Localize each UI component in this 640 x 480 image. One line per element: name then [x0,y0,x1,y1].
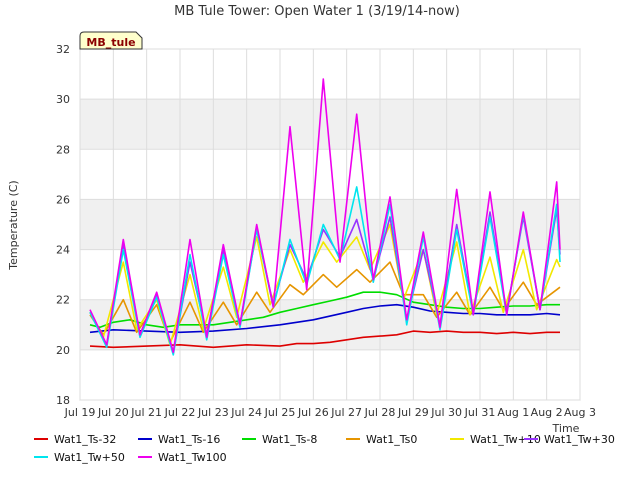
legend-label: Wat1_Ts-32 [54,433,116,446]
x-tick-label: Jul 22 [164,406,196,419]
legend-item: Wat1_Ts-16 [138,433,220,446]
legend-label: Wat1_Ts0 [366,433,417,446]
x-tick-label: Jul 29 [397,406,429,419]
x-tick-label: Jul 20 [97,406,129,419]
shaded-bands [80,99,580,350]
x-axis: Jul 19 Jul 20 Jul 21 Jul 22 Jul 23 Jul 24 Jul … [64,406,596,419]
shaded-band [80,99,580,150]
x-tick-label: Aug 3 [564,406,596,419]
y-tick-label: 32 [56,43,70,56]
y-tick-label: 26 [56,193,70,206]
y-axis-label: Temperature (C) [7,180,20,270]
x-tick-label: Jul 23 [197,406,229,419]
y-tick-label: 22 [56,294,70,307]
legend: Wat1_Ts-32 Wat1_Ts-16 Wat1_Ts-8 Wat1_Ts0 Wat… [34,433,615,464]
x-tick-label: Jul 27 [330,406,362,419]
x-tick-label: Aug 2 [531,406,563,419]
x-tick-label: Jul 31 [464,406,496,419]
site-tag: MB_tule [79,31,143,50]
x-tick-label: Jul 26 [297,406,329,419]
x-tick-label: Jul 21 [130,406,162,419]
legend-label: Wat1_Ts-8 [262,433,317,446]
legend-item: Wat1_Ts0 [346,433,417,446]
x-tick-label: Jul 25 [264,406,296,419]
legend-label: Wat1_Tw100 [158,451,227,464]
y-axis: 1820222426283032 [56,43,70,407]
chart: MB Tule Tower: Open Water 1 (3/19/14-now… [7,4,615,464]
legend-label: Wat1_Ts-16 [158,433,220,446]
x-tick-label: Jul 19 [64,406,96,419]
x-tick-label: Jul 30 [430,406,462,419]
x-tick-label: Aug 1 [497,406,529,419]
legend-item: Wat1_Tw+50 [34,451,125,464]
legend-item: Wat1_Ts-32 [34,433,116,446]
legend-label: Wat1_Tw+50 [54,451,125,464]
y-tick-label: 30 [56,93,70,106]
x-tick-label: Jul 24 [230,406,262,419]
y-tick-label: 28 [56,143,70,156]
y-tick-label: 24 [56,244,70,257]
chart-title: MB Tule Tower: Open Water 1 (3/19/14-now… [174,4,460,19]
legend-label: Wat1_Tw+30 [544,433,615,446]
legend-item: Wat1_Ts-8 [242,433,317,446]
legend-item: Wat1_Tw100 [138,451,227,464]
y-tick-label: 20 [56,344,70,357]
x-tick-label: Jul 28 [364,406,396,419]
site-tag-label: MB_tule [86,36,135,49]
